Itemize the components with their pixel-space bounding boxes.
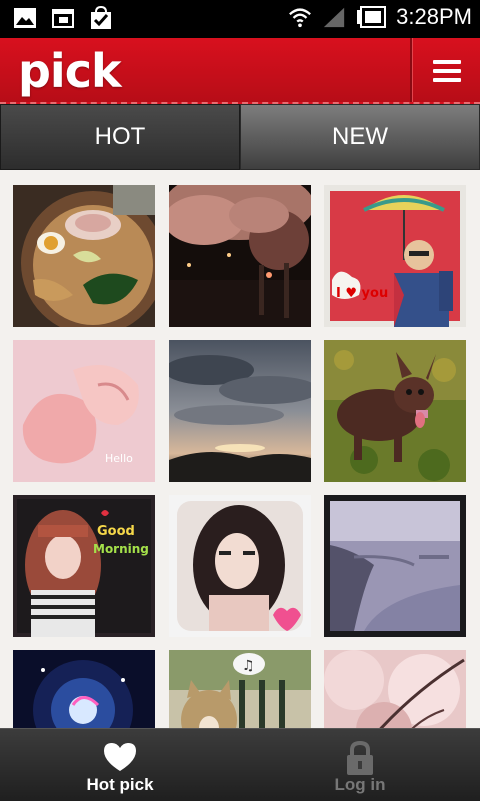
battery-icon: [357, 6, 387, 28]
photo-light-spiral[interactable]: [13, 650, 155, 728]
photo-grid: I ♥ you Hello Good Morning ♫: [0, 170, 480, 728]
wifi-icon: [289, 8, 312, 28]
tab-new-label: NEW: [332, 123, 388, 150]
photo-cat-music[interactable]: ♫: [169, 650, 311, 728]
photo-ramen[interactable]: [13, 185, 155, 327]
photo-girl-portrait-heart[interactable]: [169, 495, 311, 637]
calendar-notification-icon: [52, 9, 74, 28]
menu-button[interactable]: [414, 38, 480, 102]
status-clock: 3:28PM: [396, 4, 472, 29]
shopping-bag-notification-icon: [91, 6, 111, 29]
svg-text:Morning: Morning: [93, 542, 149, 556]
photo-chihuahua-grass[interactable]: [324, 340, 466, 482]
hamburger-menu-icon: [433, 60, 461, 64]
app-header: pick: [0, 38, 480, 104]
nav-hot-pick-label: Hot pick: [86, 775, 154, 794]
feed-tabs: HOT NEW: [0, 104, 480, 170]
tab-new[interactable]: NEW: [240, 104, 480, 170]
nav-log-in-label: Log in: [334, 775, 386, 794]
signal-icon: [324, 7, 345, 28]
nav-log-in[interactable]: Log in: [240, 729, 480, 801]
svg-text:Good: Good: [97, 524, 135, 539]
photo-sunset-sky[interactable]: [169, 340, 311, 482]
tab-hot-label: HOT: [94, 123, 146, 150]
app-logo: pick: [18, 44, 122, 98]
lock-icon: [347, 740, 373, 775]
tab-hot[interactable]: HOT: [0, 104, 240, 170]
header-divider: [410, 38, 413, 102]
photo-coastline[interactable]: [324, 495, 466, 637]
nav-hot-pick[interactable]: Hot pick: [0, 729, 240, 801]
heart-icon: [104, 743, 136, 771]
photo-man-umbrella-i-love-you[interactable]: I ♥ you: [324, 185, 466, 327]
bottom-navigation: Hot pick Log in: [0, 728, 480, 801]
svg-text:♫: ♫: [242, 658, 255, 674]
photo-cherry-blossoms[interactable]: [324, 650, 466, 728]
gallery-notification-icon: [14, 8, 36, 28]
status-bar: 3:28PM: [0, 0, 480, 38]
svg-text:I ♥ you: I ♥ you: [336, 286, 388, 301]
photo-girl-good-morning[interactable]: Good Morning: [13, 495, 155, 637]
svg-text:Hello: Hello: [105, 452, 133, 465]
photo-baby-hands-hello[interactable]: Hello: [13, 340, 155, 482]
photo-night-cherry-blossoms[interactable]: [169, 185, 311, 327]
